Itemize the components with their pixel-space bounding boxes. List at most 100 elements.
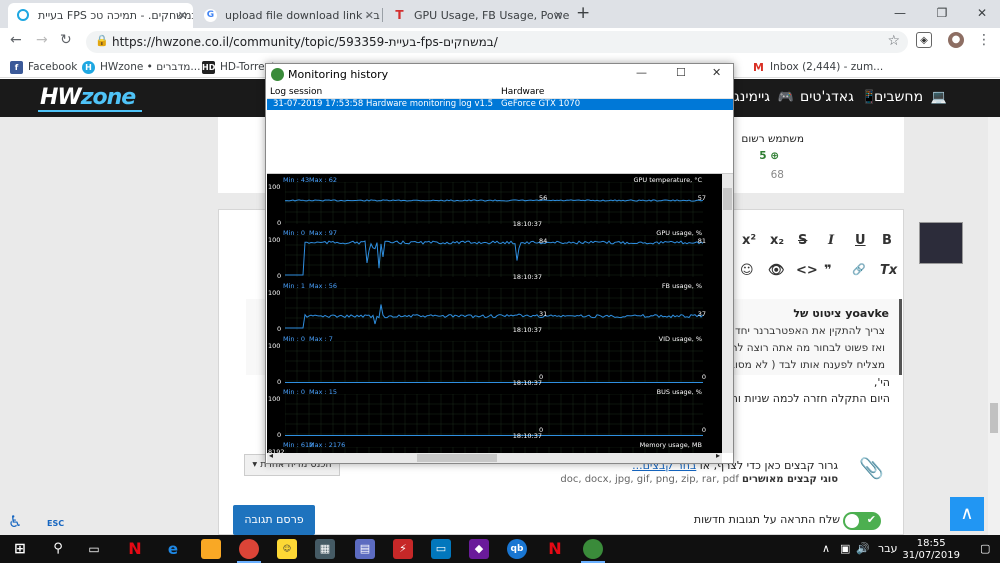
pane-axis-top: 100 [268,183,281,191]
pane-min-label: Min : 0 [283,335,305,343]
bookmark-gmail[interactable]: M Inbox (2,444) - zum... [752,59,883,75]
quote-icon[interactable]: ❞ [824,263,832,278]
taskbar-clock[interactable]: 18:55 31/07/2019 [902,538,960,562]
post-body-line-2[interactable]: היום התקלה חזרה לכמה שניות והיא [721,392,890,405]
windows-start-icon[interactable]: ⊞ [10,539,30,559]
graph-pane-2[interactable]: Min : 0 Max : 97 GPU usage, % 100 0 84 81 18:10… [267,227,722,281]
forward-icon[interactable]: → [36,32,48,48]
flash-app-icon[interactable]: ⚡ [393,539,413,559]
spoiler-eye-icon[interactable]: 👁 [768,263,785,278]
pane-max-label: Max : 56 [309,282,338,290]
bookmark-hwzone[interactable]: H HWzone • מדברים... [82,59,200,75]
user-avatar[interactable] [919,222,963,264]
plus-circle-icon: ⊕ [770,150,779,162]
edge-icon[interactable]: e [163,539,183,559]
profile-avatar-icon[interactable]: ● [948,32,964,48]
monitoring-graph-area[interactable]: Min : 43 Max : 62 GPU temperature, °C 100 0 5… [267,174,722,453]
strikethrough-button[interactable]: S [798,233,807,248]
graph-pane-1[interactable]: Min : 43 Max : 62 GPU temperature, °C 100 0 5… [267,174,722,228]
search-icon[interactable]: ⚲ [48,539,68,559]
graph-hscroll-thumb[interactable] [417,454,497,462]
close-tab-icon[interactable]: ✕ [554,3,563,28]
tab-gpu-usage[interactable]: T GPU Usage, FB Usage, Power all c ✕ [384,3,569,28]
volume-icon[interactable]: 🔊 [856,542,870,555]
underline-button[interactable]: U [855,233,866,248]
link-icon[interactable]: 🔗 [852,263,866,276]
google-favicon-icon: G [204,9,217,22]
bold-button[interactable]: B [882,233,892,248]
chrome-icon[interactable] [239,539,259,559]
gmail-icon: M [752,61,765,74]
new-tab-button[interactable]: + [576,3,590,23]
hwzone-logo[interactable]: HWzone [40,85,136,110]
monitoring-title-bar[interactable]: Monitoring history — ☐ ✕ [266,64,733,86]
nav-computers[interactable]: מחשבים 💻 [874,89,947,105]
superscript-button[interactable]: x² [742,233,756,248]
tab-google-search[interactable]: G upload file download link - חפוש ב ✕ [195,3,380,28]
netflix-icon[interactable]: N [125,539,145,559]
netflix-alt-icon[interactable]: N [545,539,565,559]
page-scrollbar[interactable] [988,117,1000,535]
log-session-row[interactable]: 31-07-2019 17:53:58 Hardware monitoring … [267,99,733,110]
bookmark-facebook[interactable]: f Facebook [10,59,77,75]
graph-vscroll-thumb[interactable] [723,188,732,210]
clear-format-icon[interactable]: Tx [880,263,897,278]
graph-horizontal-scrollbar[interactable]: ◂ ▸ [267,451,722,463]
scroll-right-icon[interactable]: ▸ [716,451,720,460]
game-launcher-icon[interactable]: ◆ [469,539,489,559]
nav-gadgets[interactable]: גאדג'טים 📱 [800,89,878,105]
restore-window-button[interactable]: ❐ [922,0,962,28]
afterburner-taskbar-icon[interactable] [583,539,603,559]
code-icon[interactable]: <> [796,263,818,278]
post-body-line-1[interactable]: הי', [874,376,890,389]
task-view-icon[interactable]: ▭ [84,539,104,559]
emoji-icon[interactable]: ☺ [740,263,754,278]
graph-plot [285,182,703,224]
monitor-maximize-button[interactable]: ☐ [676,66,686,79]
notify-toggle[interactable]: ✔ [843,512,881,530]
tray-app-icon[interactable]: ▣ [840,542,850,555]
submit-reply-button[interactable]: פרסם תגובה [233,505,315,535]
pane-max-label: Max : 62 [309,176,338,184]
close-window-button[interactable]: ✕ [962,0,1000,28]
quote-line-2: ואז פשוט לבחור מה אתה רוצה לר [731,342,885,354]
notification-center-icon[interactable]: ▢ [980,542,990,555]
laptop-app-icon[interactable]: ▭ [431,539,451,559]
monitor-close-button[interactable]: ✕ [712,66,721,79]
back-icon[interactable]: ← [10,32,22,48]
graph-pane-4[interactable]: Min : 0 Max : 7 VID usage, % 100 0 0 0 18:10:37 [267,333,722,387]
network-app-icon[interactable]: ▤ [355,539,375,559]
language-indicator[interactable]: עבר [878,542,897,555]
accessibility-icon[interactable]: ♿ [8,512,22,531]
graph-pane-3[interactable]: Min : 1 Max : 56 FB usage, % 100 0 31 37 18:10:… [267,280,722,334]
graph-pane-5[interactable]: Min : 0 Max : 15 BUS usage, % 100 0 0 0 18:10:3… [267,386,722,440]
series-line [285,240,703,276]
close-tab-icon[interactable]: ✕ [178,3,187,28]
esc-label[interactable]: ESC [47,519,64,528]
tab-fps-topic[interactable]: בעיית FPS במשחקים. - תמיכה טכ ✕ [8,3,193,28]
nav-gaming[interactable]: גיימינג 🎮 [734,89,794,105]
qbittorrent-icon[interactable]: qb [507,539,527,559]
graph-vertical-scrollbar[interactable] [722,174,733,453]
scroll-left-icon[interactable]: ◂ [269,451,273,460]
monitor-minimize-button[interactable]: — [636,66,647,79]
shield-extension-icon[interactable]: ◈ [916,32,932,48]
graph-plot [285,341,703,383]
italic-button[interactable]: I [828,233,834,248]
col-hardware[interactable]: Hardware [501,87,544,97]
page-scrollbar-thumb[interactable] [990,403,998,433]
tray-chevron-icon[interactable]: ∧ [822,542,830,555]
chrome-menu-icon[interactable]: ⋮ [976,32,992,48]
file-explorer-icon[interactable] [201,539,221,559]
reload-icon[interactable]: ↻ [60,32,72,48]
minimize-window-button[interactable]: — [880,0,920,28]
scroll-to-top-button[interactable]: ∧ [950,497,984,531]
subscript-button[interactable]: x₂ [770,233,784,248]
video-editor-icon[interactable]: ▦ [315,539,335,559]
sticky-app-icon[interactable]: ☺ [277,539,297,559]
graph-pane-6[interactable]: Min : 612Max : 2176Memory usage, MB81921… [267,439,722,453]
address-bar[interactable]: 🔒 https://hwzone.co.il/community/topic/5… [86,31,908,53]
col-log-session[interactable]: Log session [270,87,322,97]
close-tab-icon[interactable]: ✕ [365,3,374,28]
bookmark-star-icon[interactable]: ☆ [887,33,900,49]
